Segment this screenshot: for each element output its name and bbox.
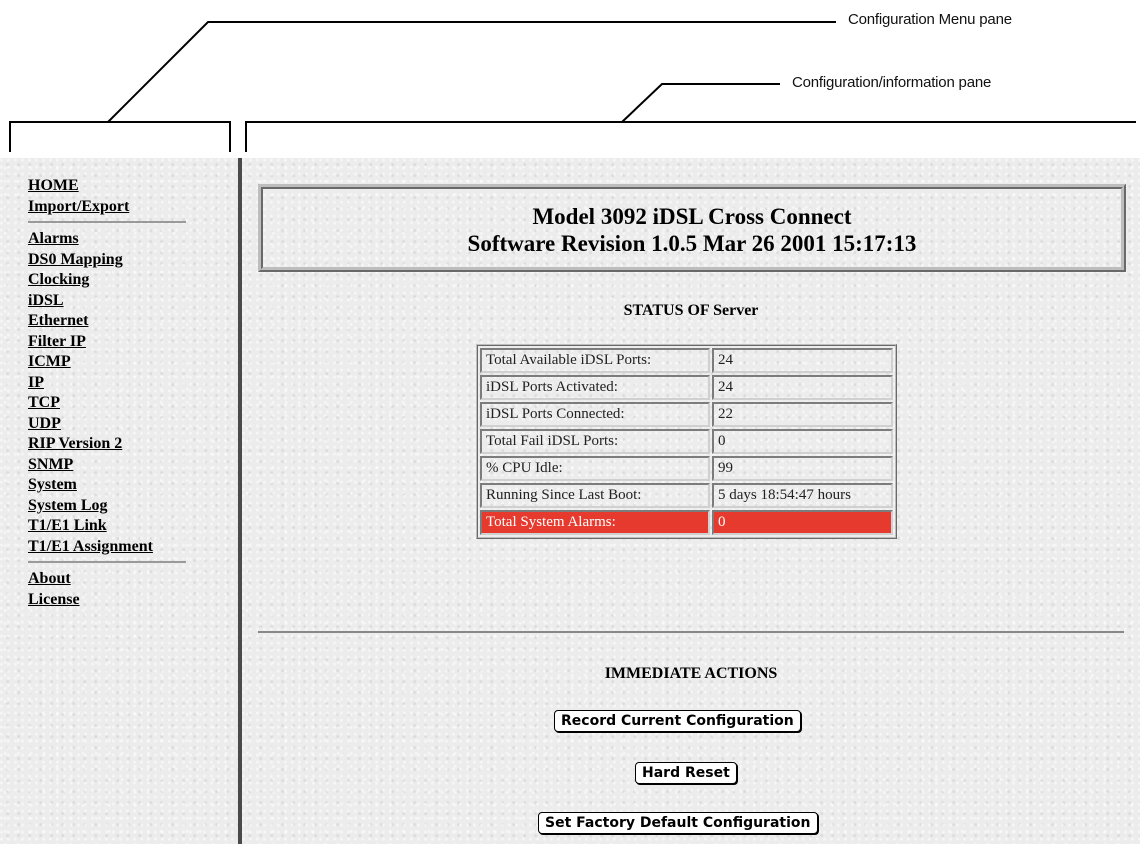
menu-link-rip-version-2[interactable]: RIP Version 2 <box>28 434 188 455</box>
configuration-menu: HOME Import/Export Alarms DS0 Mapping Cl… <box>28 176 188 610</box>
table-row: Total Fail iDSL Ports: 0 <box>480 429 893 454</box>
menu-link-import-export[interactable]: Import/Export <box>28 197 188 218</box>
menu-link-clocking[interactable]: Clocking <box>28 270 188 291</box>
section-divider <box>258 631 1124 633</box>
software-revision: Software Revision 1.0.5 Mar 26 2001 15:1… <box>467 231 917 256</box>
menu-divider <box>28 561 186 563</box>
status-label: Running Since Last Boot: <box>480 483 710 508</box>
menu-link-about[interactable]: About <box>28 569 188 590</box>
status-value: 0 <box>712 429 893 454</box>
table-row: iDSL Ports Connected: 22 <box>480 402 893 427</box>
menu-pane-bracket <box>9 121 231 152</box>
table-row: Running Since Last Boot: 5 days 18:54:47… <box>480 483 893 508</box>
status-label: iDSL Ports Connected: <box>480 402 710 427</box>
menu-pane-callout-label: Configuration Menu pane <box>848 11 1012 28</box>
status-heading: STATUS OF Server <box>623 302 759 319</box>
status-label: Total System Alarms: <box>480 510 710 535</box>
table-row: % CPU Idle: 99 <box>480 456 893 481</box>
status-value: 99 <box>712 456 893 481</box>
device-model-title: Model 3092 iDSL Cross Connect <box>532 204 852 229</box>
status-label: % CPU Idle: <box>480 456 710 481</box>
menu-link-ip[interactable]: IP <box>28 373 188 394</box>
menu-link-system-log[interactable]: System Log <box>28 496 188 517</box>
immediate-actions-heading: IMMEDIATE ACTIONS <box>604 665 778 682</box>
menu-link-ethernet[interactable]: Ethernet <box>28 311 188 332</box>
status-value: 5 days 18:54:47 hours <box>712 483 893 508</box>
menu-link-icmp[interactable]: ICMP <box>28 352 188 373</box>
status-label: Total Available iDSL Ports: <box>480 348 710 373</box>
menu-link-t1e1-link[interactable]: T1/E1 Link <box>28 516 188 537</box>
menu-link-alarms[interactable]: Alarms <box>28 229 188 250</box>
table-row: Total Available iDSL Ports: 24 <box>480 348 893 373</box>
status-value: 24 <box>712 348 893 373</box>
status-table: Total Available iDSL Ports: 24 iDSL Port… <box>476 344 897 539</box>
page-header: Model 3092 iDSL Cross Connect Software R… <box>258 184 1126 272</box>
menu-link-idsl[interactable]: iDSL <box>28 291 188 312</box>
menu-link-tcp[interactable]: TCP <box>28 393 188 414</box>
menu-link-filter-ip[interactable]: Filter IP <box>28 332 188 353</box>
status-value: 0 <box>712 510 893 535</box>
status-value: 22 <box>712 402 893 427</box>
menu-link-ds0-mapping[interactable]: DS0 Mapping <box>28 250 188 271</box>
table-row: iDSL Ports Activated: 24 <box>480 375 893 400</box>
hard-reset-button[interactable]: Hard Reset <box>635 762 737 784</box>
status-label: iDSL Ports Activated: <box>480 375 710 400</box>
alarm-row: Total System Alarms: 0 <box>480 510 893 535</box>
menu-pane-leader <box>107 21 836 123</box>
record-current-configuration-button[interactable]: Record Current Configuration <box>554 710 801 732</box>
info-pane-bracket <box>245 121 1136 152</box>
menu-link-license[interactable]: License <box>28 590 188 611</box>
status-label: Total Fail iDSL Ports: <box>480 429 710 454</box>
menu-link-home[interactable]: HOME <box>28 176 188 197</box>
set-factory-default-configuration-button[interactable]: Set Factory Default Configuration <box>538 812 818 834</box>
menu-link-snmp[interactable]: SNMP <box>28 455 188 476</box>
status-value: 24 <box>712 375 893 400</box>
info-pane-callout-label: Configuration/information pane <box>792 74 992 91</box>
menu-divider <box>28 221 186 223</box>
menu-link-t1e1-assignment[interactable]: T1/E1 Assignment <box>28 537 188 558</box>
menu-link-system[interactable]: System <box>28 475 188 496</box>
menu-link-udp[interactable]: UDP <box>28 414 188 435</box>
info-pane-leader <box>621 83 780 123</box>
